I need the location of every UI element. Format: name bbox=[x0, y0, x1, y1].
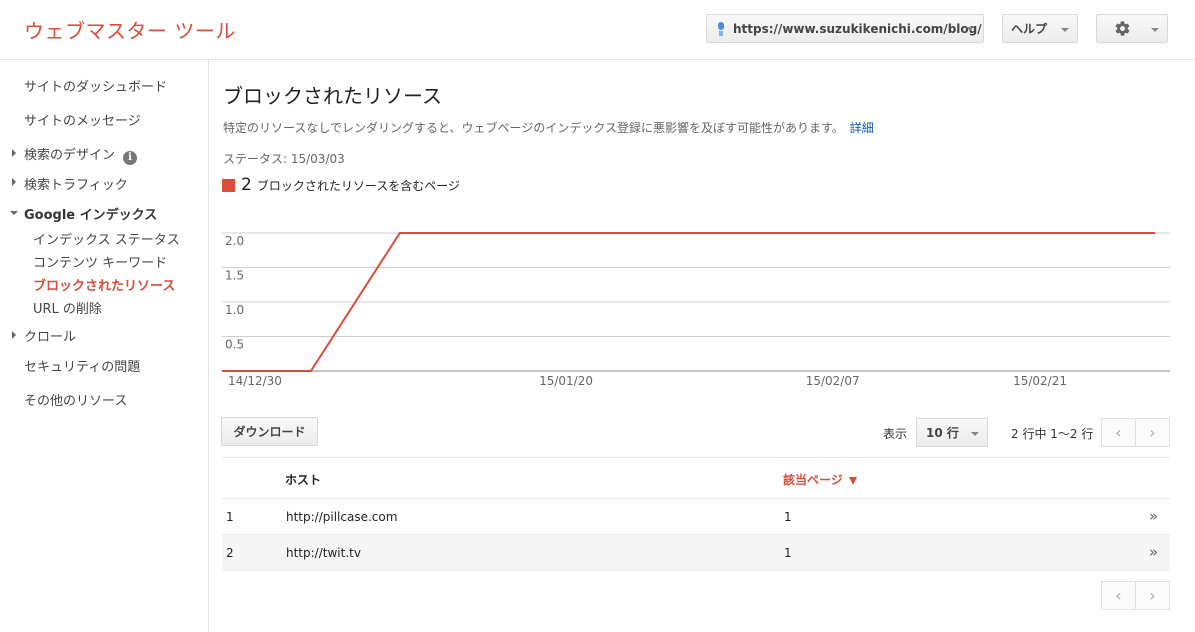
chevron-right-icon: › bbox=[1149, 423, 1156, 442]
sidebar-item-crawl[interactable]: クロール bbox=[24, 326, 76, 345]
y-tick-label: 2.0 bbox=[225, 234, 244, 248]
top-pager: ‹ › bbox=[1101, 418, 1170, 447]
download-button[interactable]: ダウンロード bbox=[221, 417, 318, 446]
pages-column-header[interactable]: 該当ページ bbox=[783, 471, 857, 488]
site-status-icon bbox=[717, 21, 725, 36]
legend-count: 2 bbox=[241, 175, 252, 195]
sidebar-item-index-status[interactable]: インデックス ステータス bbox=[33, 229, 180, 248]
table-header: ホスト 該当ページ bbox=[222, 457, 1170, 499]
sidebar-item-google-index[interactable]: Google インデックス bbox=[24, 204, 157, 223]
sidebar-item-label: 検索のデザイン bbox=[24, 148, 116, 163]
settings-button[interactable] bbox=[1096, 14, 1168, 43]
rows-per-page-select[interactable]: 10 行 bbox=[916, 418, 988, 447]
legend-swatch bbox=[222, 178, 235, 192]
help-button[interactable]: ヘルプ bbox=[1002, 14, 1078, 43]
description-text: 特定のリソースなしでレンダリングすると、ウェブページのインデックス登録に悪影響を… bbox=[223, 121, 844, 135]
site-selector[interactable]: https://www.suzukikenichi.com/blog/ bbox=[706, 14, 984, 43]
sidebar-item-remove-urls[interactable]: URL の削除 bbox=[33, 298, 102, 317]
table-row[interactable]: 1 http://pillcase.com 1 » bbox=[222, 499, 1170, 535]
table-row[interactable]: 2 http://twit.tv 1 » bbox=[222, 535, 1170, 571]
blocked-resources-chart: 0.5 1.0 1.5 2.0 14/12/30 15/01/20 15/02/07 15/0… bbox=[222, 232, 1170, 388]
row-index: 2 bbox=[226, 546, 234, 560]
host-column-header[interactable]: ホスト bbox=[285, 471, 321, 488]
page-description: 特定のリソースなしでレンダリングすると、ウェブページのインデックス登録に悪影響を… bbox=[223, 119, 874, 136]
webmaster-tools-app: ウェブマスター ツール https://www.suzukikenichi.co… bbox=[0, 0, 1195, 632]
gear-icon bbox=[1115, 21, 1130, 36]
next-page-button[interactable]: › bbox=[1135, 418, 1170, 447]
expand-right-icon[interactable] bbox=[12, 149, 16, 157]
row-host: http://twit.tv bbox=[286, 546, 361, 560]
y-tick-label: 1.5 bbox=[225, 269, 244, 283]
details-link[interactable]: 詳細 bbox=[850, 121, 874, 135]
double-chevron-right-icon[interactable]: » bbox=[1149, 507, 1158, 525]
chevron-right-icon: › bbox=[1149, 586, 1156, 605]
prev-page-button[interactable]: ‹ bbox=[1101, 418, 1136, 447]
row-pages: 1 bbox=[784, 546, 792, 560]
x-tick-label: 15/01/20 bbox=[539, 374, 593, 388]
sidebar-item-content-keywords[interactable]: コンテンツ キーワード bbox=[33, 252, 167, 271]
y-tick-label: 0.5 bbox=[225, 338, 244, 352]
prev-page-button[interactable]: ‹ bbox=[1101, 581, 1136, 610]
sidebar-item-search-traffic[interactable]: 検索トラフィック bbox=[24, 174, 128, 193]
chevron-down-icon bbox=[1151, 28, 1159, 32]
sidebar-item-other-resources[interactable]: その他のリソース bbox=[24, 390, 127, 409]
help-label: ヘルプ bbox=[1011, 22, 1048, 36]
sort-desc-icon bbox=[848, 477, 857, 485]
hosts-table: ホスト 該当ページ 1 http://pillcase.com 1 » 2 ht… bbox=[222, 457, 1170, 571]
rows-per-page-value: 10 行 bbox=[926, 426, 959, 440]
app-logo[interactable]: ウェブマスター ツール bbox=[24, 15, 236, 44]
page-title: ブロックされたリソース bbox=[223, 84, 442, 108]
status-date: ステータス: 15/03/03 bbox=[223, 152, 345, 166]
sidebar-item-security-issues[interactable]: セキュリティの問題 bbox=[24, 356, 140, 375]
legend-label: ブロックされたリソースを含むページ bbox=[256, 178, 460, 193]
double-chevron-right-icon[interactable]: » bbox=[1149, 543, 1158, 561]
sidebar-item-search-appearance[interactable]: 検索のデザイン i bbox=[24, 144, 138, 165]
chart-legend: 2 ブロックされたリソースを含むページ bbox=[222, 175, 460, 195]
expand-right-icon[interactable] bbox=[12, 178, 16, 186]
x-tick-label: 14/12/30 bbox=[228, 374, 282, 388]
pages-column-label: 該当ページ bbox=[783, 473, 843, 487]
bottom-pager: ‹ › bbox=[1101, 581, 1170, 610]
x-tick-label: 15/02/21 bbox=[1013, 374, 1067, 388]
chevron-left-icon: ‹ bbox=[1115, 586, 1122, 605]
chevron-down-icon bbox=[1061, 28, 1069, 32]
rows-label: 表示 bbox=[883, 427, 908, 441]
site-url: https://www.suzukikenichi.com/blog/ bbox=[733, 21, 982, 36]
sidebar-item-blocked-resources[interactable]: ブロックされたリソース bbox=[33, 275, 175, 294]
info-icon[interactable]: i bbox=[123, 151, 138, 165]
sidebar-item-messages[interactable]: サイトのメッセージ bbox=[24, 110, 141, 129]
row-index: 1 bbox=[226, 510, 234, 524]
collapse-down-icon[interactable] bbox=[10, 211, 18, 215]
chevron-down-icon bbox=[971, 432, 979, 436]
sidebar: サイトのダッシュボード サイトのメッセージ 検索のデザイン i 検索トラフィック … bbox=[0, 60, 209, 632]
x-tick-label: 15/02/07 bbox=[806, 374, 860, 388]
row-range-text: 2 行中 1〜2 行 bbox=[1011, 427, 1094, 441]
y-tick-label: 1.0 bbox=[225, 303, 244, 317]
next-page-button[interactable]: › bbox=[1135, 581, 1170, 610]
sidebar-item-dashboard[interactable]: サイトのダッシュボード bbox=[24, 76, 167, 95]
expand-right-icon[interactable] bbox=[12, 331, 16, 339]
row-host: http://pillcase.com bbox=[286, 510, 398, 524]
top-header: ウェブマスター ツール https://www.suzukikenichi.co… bbox=[0, 0, 1195, 60]
chevron-down-icon bbox=[966, 27, 974, 31]
row-pages: 1 bbox=[784, 510, 792, 524]
chevron-left-icon: ‹ bbox=[1115, 423, 1122, 442]
